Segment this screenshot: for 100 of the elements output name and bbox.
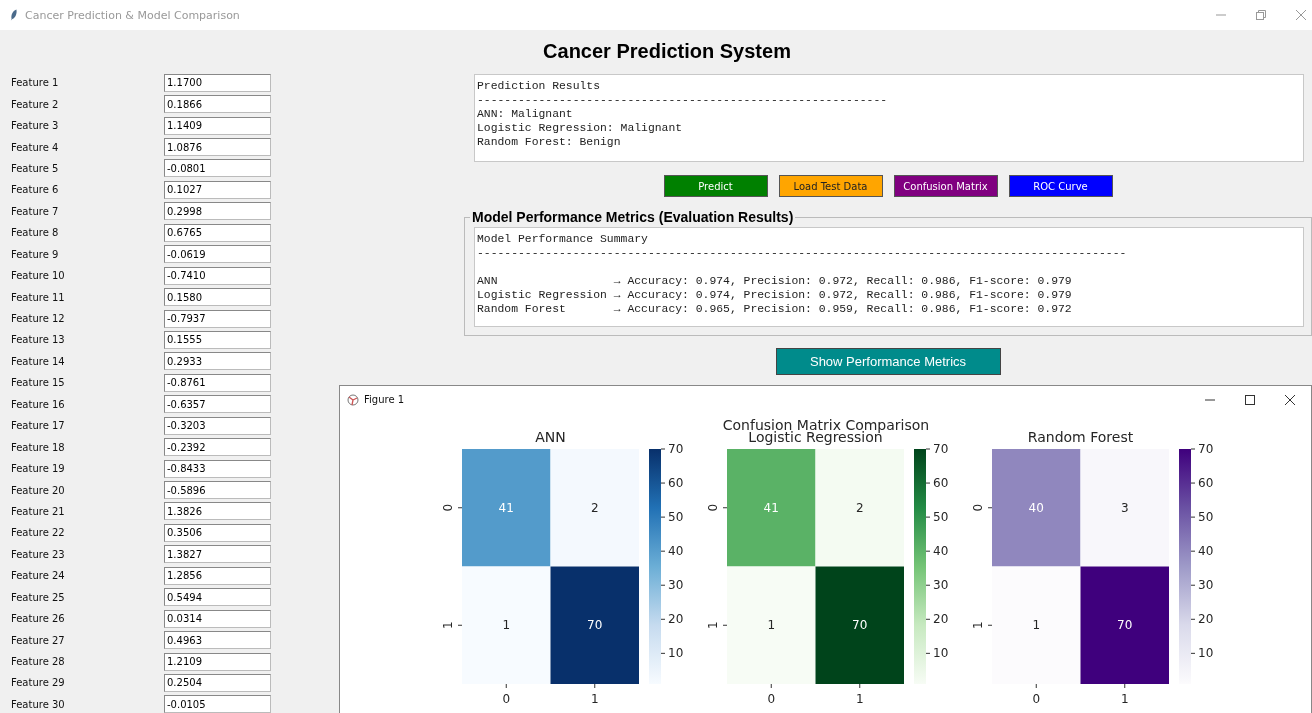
axis-tick-label: 0: [971, 503, 985, 512]
axis-tick-label: 1: [590, 692, 599, 706]
feature-input[interactable]: 1.2109: [164, 652, 271, 671]
feature-input[interactable]: 0.2504: [164, 673, 271, 692]
axis-tick-label: 0: [502, 692, 511, 706]
feature-input[interactable]: 0.0314: [164, 609, 271, 628]
cell-value: 3: [1120, 500, 1129, 515]
feature-input[interactable]: -0.0801: [164, 159, 271, 178]
colorbar-tick-label: 60: [1198, 476, 1214, 491]
colorbar-tick-label: 20: [1198, 612, 1214, 627]
figure-title: Figure 1: [364, 394, 405, 405]
colorbar-tick-label: 70: [1198, 442, 1214, 456]
feature-input[interactable]: 0.2933: [164, 352, 271, 371]
colorbar-tick-label: 70: [668, 442, 684, 456]
feature-label: Feature 23: [11, 548, 66, 560]
feature-input[interactable]: -0.0619: [164, 245, 271, 264]
feature-label: Feature 14: [11, 355, 66, 367]
colorbar-tick-label: 10: [1198, 646, 1214, 661]
feature-input[interactable]: 1.0876: [164, 138, 271, 157]
axis-tick-label: 1: [971, 621, 985, 630]
feature-label: Feature 1: [11, 77, 60, 89]
feature-label: Feature 15: [11, 377, 66, 389]
feature-input[interactable]: 0.1866: [164, 95, 271, 114]
feature-label: Feature 10: [11, 270, 66, 282]
feature-input[interactable]: 0.1580: [164, 288, 271, 307]
metrics-summary-text: Model Performance Summary ----------------------------------------------------------------------------------------------- ANN → Accuracy: 0.974, Precision: 0.972, Recall: 0.986, F1-score: 0.979 Logistic Regression → Accuracy: 0.974, Precision: 0.972, Recall: 0.986, F1-score: 0.979 Random Forest → Accuracy: 0.965, Precision: 0.959, Recall: 0.986, F1-score: 0.972: [474, 227, 1304, 327]
colorbar-tick-label: 30: [1198, 578, 1214, 593]
feature-input[interactable]: 1.2856: [164, 566, 271, 585]
feature-input[interactable]: -0.8761: [164, 373, 271, 392]
feature-label: Feature 6: [11, 184, 60, 196]
feature-input[interactable]: 0.5494: [164, 588, 271, 607]
frame-title: Model Performance Metrics (Evaluation Results): [471, 209, 795, 225]
feather-icon: [10, 9, 18, 21]
restore-icon[interactable]: [1256, 10, 1266, 20]
feature-label: Feature 9: [11, 248, 60, 260]
feature-label: Feature 26: [11, 613, 66, 625]
feature-label: Feature 7: [11, 205, 60, 217]
feature-label: Feature 20: [11, 484, 66, 496]
feature-input[interactable]: -0.6357: [164, 395, 271, 414]
cell-value: 1: [767, 618, 776, 633]
feature-input[interactable]: -0.2392: [164, 438, 271, 457]
feature-input[interactable]: 0.3506: [164, 523, 271, 542]
feature-label: Feature 5: [11, 162, 60, 174]
axis-tick-label: 0: [1032, 692, 1041, 706]
feature-label: Feature 22: [11, 527, 66, 539]
feature-input[interactable]: 1.1700: [164, 73, 271, 92]
action-button[interactable]: Confusion Matrix: [893, 175, 998, 197]
cell-value: 41: [498, 500, 514, 515]
feature-input[interactable]: 1.1409: [164, 116, 271, 135]
cell-value: 2: [590, 500, 599, 515]
close-icon[interactable]: [1285, 394, 1295, 405]
feature-label: Feature 2: [11, 98, 60, 110]
feature-input[interactable]: 0.1555: [164, 330, 271, 349]
colorbar-tick-label: 60: [933, 476, 949, 491]
colorbar-tick-label: 50: [668, 510, 684, 525]
window-title: Cancer Prediction & Model Comparison: [25, 8, 240, 22]
colorbar-tick-label: 20: [668, 612, 684, 627]
action-button[interactable]: Load Test Data: [778, 175, 883, 197]
prediction-results-text: Prediction Results ------------------------------------------------------------ ANN: Malignant Logistic Regression: Malignant Random Forest: Benign: [474, 74, 1304, 162]
figure-icon: [347, 393, 359, 406]
feature-input[interactable]: -0.7410: [164, 266, 271, 285]
feature-label: Feature 17: [11, 420, 66, 432]
feature-input[interactable]: -0.3203: [164, 416, 271, 435]
cell-value: 70: [587, 618, 603, 633]
axis-tick-label: 0: [706, 503, 720, 512]
feature-input[interactable]: 0.4963: [164, 631, 271, 650]
colorbar-tick-label: 30: [668, 578, 684, 593]
feature-input[interactable]: -0.5896: [164, 481, 271, 500]
feature-label: Feature 3: [11, 120, 60, 132]
axis-tick-label: 1: [1120, 692, 1129, 706]
colorbar-tick-label: 60: [668, 476, 684, 491]
feature-input[interactable]: 0.6765: [164, 223, 271, 242]
feature-label: Feature 4: [11, 141, 60, 153]
axis-tick-label: 0: [441, 503, 455, 512]
action-button[interactable]: Predict: [663, 175, 768, 197]
cell-value: 2: [855, 500, 864, 515]
feature-input[interactable]: 1.3827: [164, 545, 271, 564]
feature-input[interactable]: -0.8433: [164, 459, 271, 478]
feature-input[interactable]: 0.2998: [164, 202, 271, 221]
feature-label: Feature 11: [11, 291, 66, 303]
colorbar-tick-label: 10: [933, 646, 949, 661]
feature-label: Feature 12: [11, 313, 66, 325]
feature-label: Feature 27: [11, 634, 66, 646]
feature-label: Feature 18: [11, 441, 66, 453]
action-button[interactable]: ROC Curve: [1008, 175, 1113, 197]
cell-value: 40: [1028, 500, 1044, 515]
feature-input[interactable]: -0.7937: [164, 309, 271, 328]
feature-input[interactable]: 1.3826: [164, 502, 271, 521]
feature-label: Feature 28: [11, 656, 66, 668]
cell-value: 1: [1032, 618, 1041, 633]
show-metrics-button[interactable]: Show Performance Metrics: [775, 348, 1001, 375]
app-heading: Cancer Prediction System: [543, 39, 791, 63]
cell-value: 1: [502, 618, 511, 633]
feature-label: Feature 24: [11, 570, 66, 582]
colorbar-tick-label: 20: [933, 612, 949, 627]
maximize-icon[interactable]: [1245, 394, 1255, 405]
axis-tick-label: 1: [441, 621, 455, 630]
feature-input[interactable]: 0.1027: [164, 180, 271, 199]
feature-input[interactable]: -0.0105: [164, 695, 271, 713]
feature-label: Feature 16: [11, 398, 66, 410]
